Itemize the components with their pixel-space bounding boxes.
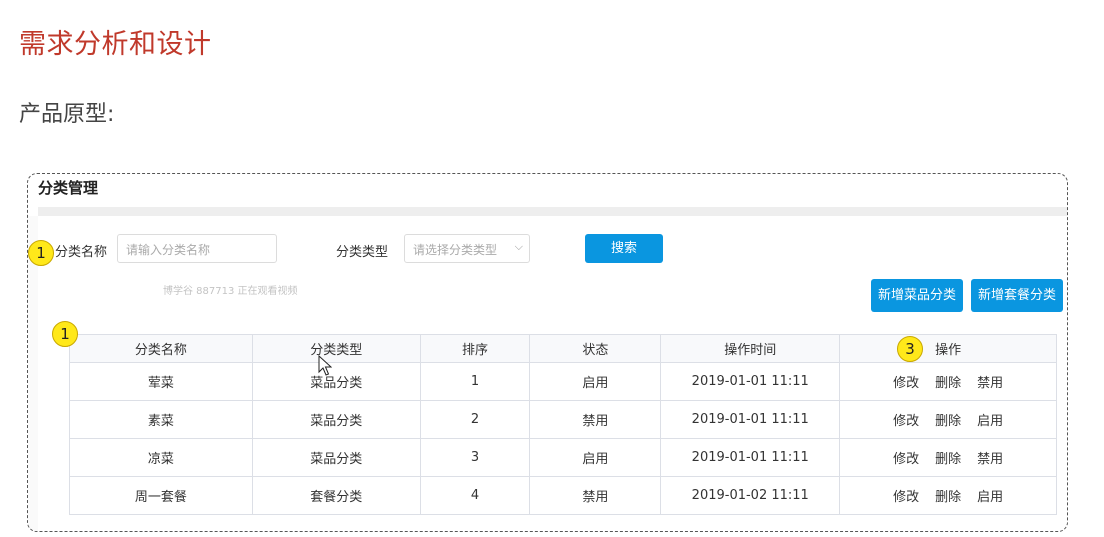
edit-link[interactable]: 修改 — [893, 376, 919, 391]
edit-link[interactable]: 修改 — [893, 490, 919, 505]
toggle-status-link[interactable]: 启用 — [977, 414, 1003, 429]
search-button[interactable]: 搜索 — [585, 234, 663, 263]
cell-name: 荤菜 — [69, 362, 253, 401]
col-header-status: 状态 — [529, 334, 662, 363]
cell-sort: 1 — [419, 362, 531, 401]
category-type-placeholder: 请选择分类类型 — [413, 243, 498, 257]
add-dish-category-button[interactable]: 新增菜品分类 — [871, 279, 963, 312]
table-row: 周一套餐 套餐分类 4 禁用 2019-01-02 11:11 修改 删除 启用 — [69, 476, 1057, 515]
category-name-label: 分类名称 — [55, 245, 108, 260]
cell-type: 菜品分类 — [251, 400, 421, 439]
cell-sort: 3 — [419, 438, 531, 477]
delete-link[interactable]: 删除 — [935, 414, 961, 429]
category-name-input[interactable]: 请输入分类名称 — [117, 234, 277, 263]
cell-type: 菜品分类 — [251, 362, 421, 401]
delete-link[interactable]: 删除 — [935, 376, 961, 391]
cell-type: 菜品分类 — [251, 438, 421, 477]
cell-status: 启用 — [529, 362, 662, 401]
col-header-sort: 排序 — [419, 334, 531, 363]
col-header-ops: 操作 — [839, 334, 1057, 363]
cell-time: 2019-01-01 11:11 — [660, 362, 841, 401]
col-header-time: 操作时间 — [660, 334, 841, 363]
page-title: 需求分析和设计 — [19, 29, 212, 60]
delete-link[interactable]: 删除 — [935, 452, 961, 467]
col-header-type: 分类类型 — [251, 334, 421, 363]
cell-type: 套餐分类 — [251, 476, 421, 515]
watermark: 博学谷 887713 正在观看视频 — [163, 286, 298, 297]
mouse-pointer-icon — [318, 355, 332, 376]
annotation-badge-ops: 3 — [897, 336, 923, 362]
table-row: 素菜 菜品分类 2 禁用 2019-01-01 11:11 修改 删除 启用 — [69, 400, 1057, 439]
cell-status: 启用 — [529, 438, 662, 477]
cell-status: 禁用 — [529, 400, 662, 439]
cell-ops: 修改 删除 禁用 — [839, 362, 1057, 401]
cell-time: 2019-01-01 11:11 — [660, 438, 841, 477]
cell-ops: 修改 删除 启用 — [839, 476, 1057, 515]
annotation-badge-table: 1 — [52, 321, 78, 347]
toggle-status-link[interactable]: 禁用 — [977, 452, 1003, 467]
category-type-select[interactable]: 请选择分类类型 ⌵ — [404, 234, 530, 263]
cell-sort: 2 — [419, 400, 531, 439]
category-type-label: 分类类型 — [336, 245, 389, 260]
cell-ops: 修改 删除 启用 — [839, 400, 1057, 439]
cell-name: 周一套餐 — [69, 476, 253, 515]
cell-ops: 修改 删除 禁用 — [839, 438, 1057, 477]
col-header-name: 分类名称 — [69, 334, 253, 363]
toggle-status-link[interactable]: 启用 — [977, 490, 1003, 505]
cell-name: 凉菜 — [69, 438, 253, 477]
cell-time: 2019-01-01 11:11 — [660, 400, 841, 439]
section-subtitle: 产品原型: — [19, 102, 115, 127]
divider — [38, 207, 1067, 216]
add-setmeal-category-button[interactable]: 新增套餐分类 — [971, 279, 1063, 312]
prototype-frame: 分类管理 1 分类名称 请输入分类名称 分类类型 请选择分类类型 ⌵ 搜索 博学… — [27, 173, 1068, 532]
cell-sort: 4 — [419, 476, 531, 515]
cell-time: 2019-01-02 11:11 — [660, 476, 841, 515]
toggle-status-link[interactable]: 禁用 — [977, 376, 1003, 391]
table-row: 凉菜 菜品分类 3 启用 2019-01-01 11:11 修改 删除 禁用 — [69, 438, 1057, 477]
cell-name: 素菜 — [69, 400, 253, 439]
panel-title: 分类管理 — [38, 179, 99, 197]
edit-link[interactable]: 修改 — [893, 414, 919, 429]
delete-link[interactable]: 删除 — [935, 490, 961, 505]
edit-link[interactable]: 修改 — [893, 452, 919, 467]
annotation-badge-search: 1 — [28, 240, 54, 266]
cell-status: 禁用 — [529, 476, 662, 515]
table-row: 荤菜 菜品分类 1 启用 2019-01-01 11:11 修改 删除 禁用 — [69, 362, 1057, 401]
chevron-down-icon: ⌵ — [514, 240, 523, 253]
